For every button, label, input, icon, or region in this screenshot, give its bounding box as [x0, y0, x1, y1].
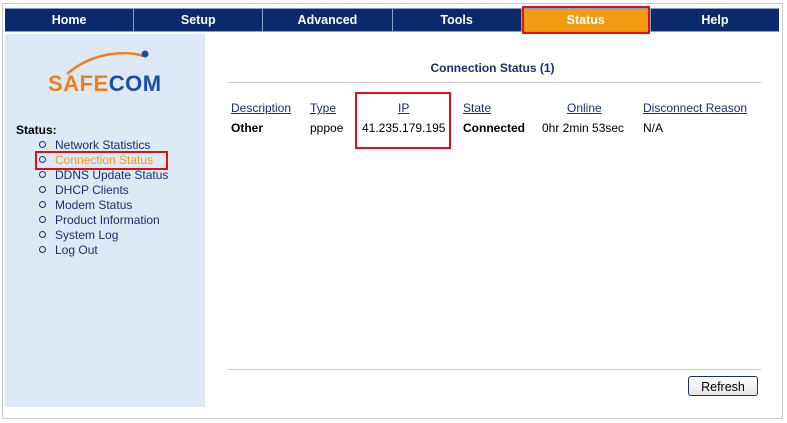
column-header-description[interactable]: Description	[231, 101, 291, 115]
column-header-disconnect-reason[interactable]: Disconnect Reason	[643, 101, 747, 115]
sidebar-menu: Network Statistics Connection Status DDN…	[34, 138, 169, 258]
top-nav: Home Setup Advanced Tools Status Help	[5, 6, 779, 34]
bullet-icon	[39, 171, 46, 179]
column-header-online[interactable]: Online	[567, 101, 602, 115]
tab-tools[interactable]: Tools	[393, 9, 522, 31]
cell-ip: 41.235.179.195	[362, 121, 446, 135]
sidebar-item-system-log[interactable]: System Log	[39, 228, 168, 243]
bullet-icon	[39, 201, 46, 209]
sidebar-item-modem-status[interactable]: Modem Status	[39, 198, 168, 213]
column-header-ip[interactable]: IP	[398, 101, 409, 115]
sidebar: SAFECOM Status: Network Statistics Conne…	[5, 34, 205, 407]
bullet-icon	[39, 216, 46, 224]
divider	[228, 369, 761, 370]
cell-disconnect-reason: N/A	[643, 121, 664, 135]
bullet-icon	[39, 186, 46, 194]
bullet-icon	[39, 231, 46, 239]
cell-online: 0hr 2min 53sec	[542, 121, 625, 135]
logo-text: SAFECOM	[48, 71, 162, 96]
bullet-icon	[39, 156, 46, 164]
safecom-logo: SAFECOM	[47, 48, 161, 104]
column-header-state[interactable]: State	[463, 101, 491, 115]
tab-setup[interactable]: Setup	[134, 9, 264, 31]
bullet-icon	[39, 141, 46, 149]
tab-advanced[interactable]: Advanced	[263, 9, 393, 31]
sidebar-item-product-information[interactable]: Product Information	[39, 213, 168, 228]
sidebar-item-log-out[interactable]: Log Out	[39, 243, 168, 258]
tab-home[interactable]: Home	[5, 9, 135, 31]
sidebar-item-network-statistics[interactable]: Network Statistics	[39, 138, 168, 153]
sidebar-item-dhcp-clients[interactable]: DHCP Clients	[39, 183, 168, 198]
bullet-icon	[39, 246, 46, 254]
main-panel: Connection Status (1) Description Type I…	[206, 34, 779, 407]
cell-state: Connected	[463, 121, 526, 135]
tab-help[interactable]: Help	[651, 9, 779, 31]
divider	[228, 82, 761, 83]
page-title: Connection Status (1)	[430, 61, 555, 75]
sidebar-item-ddns-update-status[interactable]: DDNS Update Status	[39, 168, 168, 183]
tab-status[interactable]: Status	[521, 6, 651, 34]
sidebar-item-connection-status[interactable]: Connection Status	[34, 151, 169, 170]
cell-description: Other	[231, 121, 264, 135]
cell-type: pppoe	[310, 121, 344, 135]
column-header-type[interactable]: Type	[310, 101, 336, 115]
refresh-button[interactable]: Refresh	[688, 376, 758, 396]
sidebar-heading: Status:	[16, 123, 57, 137]
